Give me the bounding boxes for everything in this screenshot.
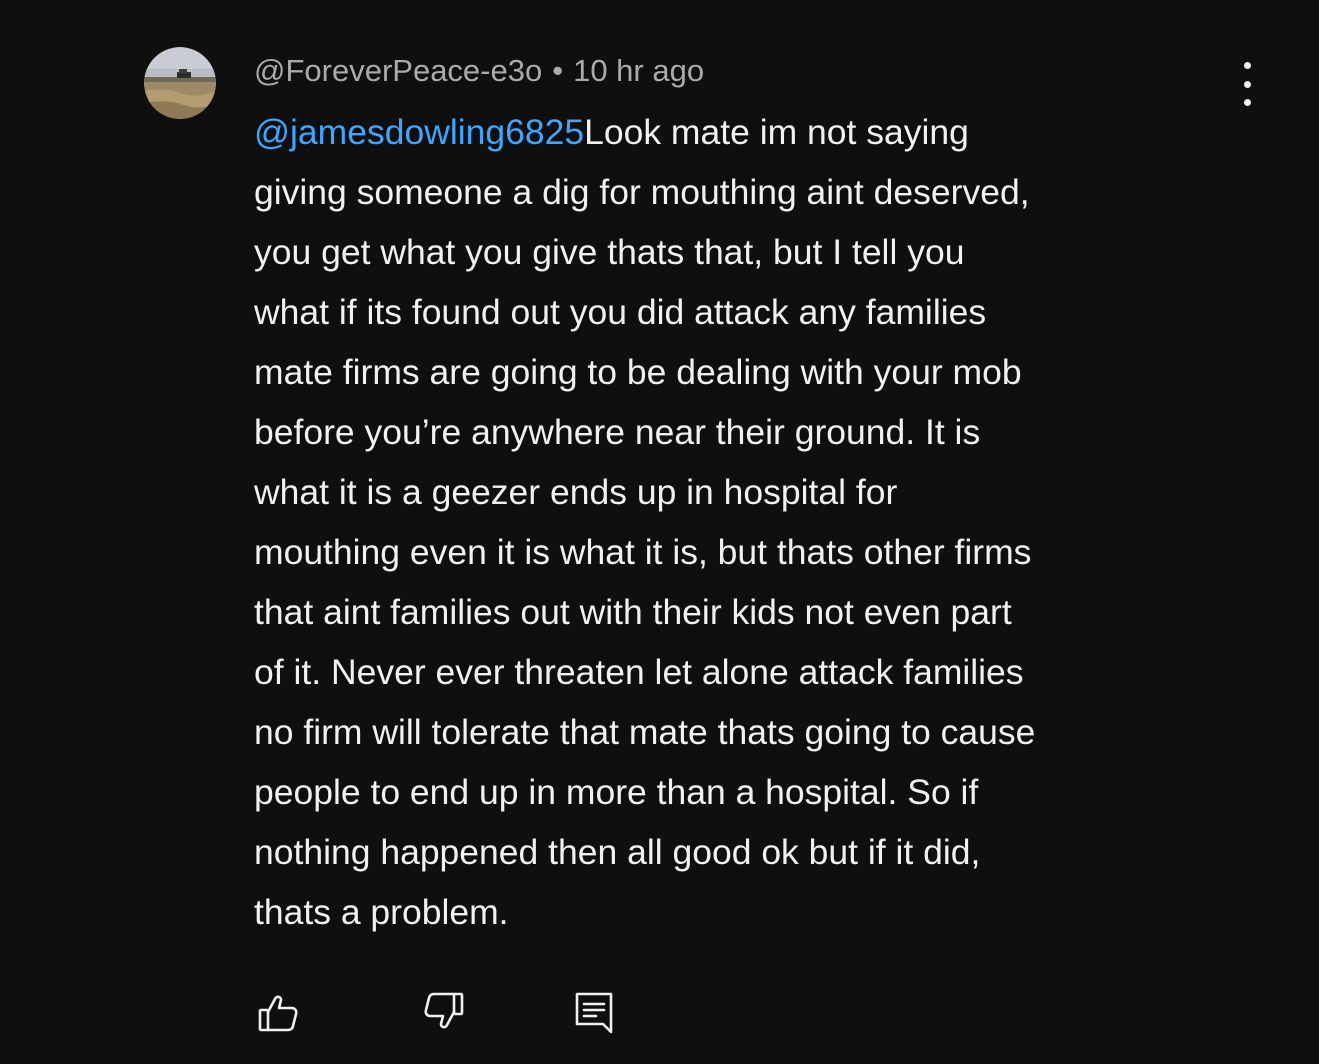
meta-separator: • (552, 53, 564, 88)
reply-button[interactable] (570, 988, 618, 1036)
avatar[interactable] (144, 47, 216, 119)
thumbs-up-icon (258, 995, 298, 1032)
comment-thread: @ForeverPeace-e3o • 10 hr ago @jamesdowlin… (0, 0, 1319, 1064)
comment-text: Look mate im not saying giving someone a… (254, 112, 1036, 932)
thumbs-down-icon (424, 992, 464, 1029)
like-button[interactable] (254, 988, 302, 1036)
more-vert-icon[interactable] (1230, 62, 1264, 106)
author-handle[interactable]: @ForeverPeace-e3o (254, 53, 542, 88)
menu-dot (1243, 62, 1251, 69)
reply-comment-icon (575, 992, 613, 1034)
dislike-button[interactable] (420, 988, 468, 1036)
comment-header: @ForeverPeace-e3o • 10 hr ago (254, 50, 704, 92)
menu-dot (1243, 80, 1251, 88)
comment-body: @jamesdowling6825Look mate im not saying… (254, 102, 1254, 942)
mention-link[interactable]: @jamesdowling6825 (254, 112, 584, 152)
timestamp[interactable]: 10 hr ago (573, 53, 704, 88)
